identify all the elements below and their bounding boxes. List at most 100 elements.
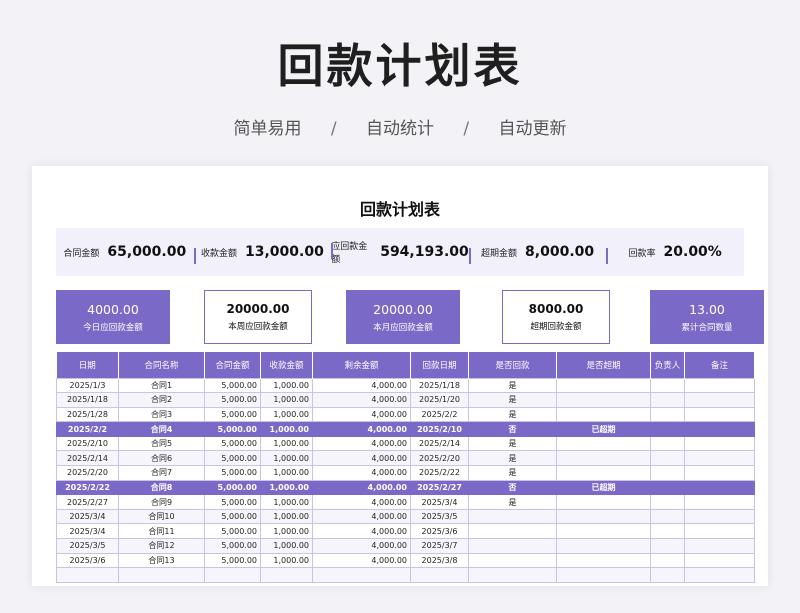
table-cell[interactable] bbox=[556, 435, 651, 452]
table-cell[interactable]: 2025/3/5 bbox=[410, 508, 469, 525]
table-cell[interactable] bbox=[556, 508, 651, 525]
table-cell[interactable]: 1,000.00 bbox=[260, 508, 313, 525]
table-cell[interactable] bbox=[684, 377, 755, 394]
table-cell[interactable]: 5,000.00 bbox=[204, 523, 261, 540]
table-row[interactable]: 2025/1/28 合同3 5,000.00 1,000.00 4,000.00 2025… bbox=[56, 406, 755, 423]
table-cell[interactable] bbox=[468, 567, 557, 583]
table-row[interactable]: 2025/2/22 合同8 5,000.00 1,000.00 4,000.00 2025… bbox=[56, 479, 755, 496]
table-cell[interactable]: 2025/1/3 bbox=[56, 377, 119, 394]
table-cell[interactable]: 1,000.00 bbox=[260, 435, 313, 452]
table-cell[interactable]: 5,000.00 bbox=[204, 421, 261, 437]
table-cell[interactable]: 2025/2/22 bbox=[56, 479, 119, 496]
table-cell[interactable]: 1,000.00 bbox=[260, 494, 313, 510]
table-cell[interactable] bbox=[260, 567, 313, 583]
table-row[interactable]: 2025/3/6 合同13 5,000.00 1,000.00 4,000.00 2025… bbox=[56, 552, 755, 569]
table-cell[interactable]: 5,000.00 bbox=[204, 392, 261, 408]
table-cell[interactable]: 2025/2/20 bbox=[56, 465, 119, 481]
table-cell[interactable] bbox=[650, 465, 685, 481]
table-row[interactable] bbox=[56, 567, 755, 583]
table-cell[interactable] bbox=[556, 392, 651, 408]
table-cell[interactable] bbox=[312, 567, 411, 583]
table-cell[interactable] bbox=[684, 435, 755, 452]
table-cell[interactable]: 已超期 bbox=[556, 421, 651, 437]
table-cell[interactable]: 2025/2/27 bbox=[56, 494, 119, 510]
table-row[interactable]: 2025/2/20 合同7 5,000.00 1,000.00 4,000.00 2025… bbox=[56, 465, 755, 481]
table-cell[interactable]: 1,000.00 bbox=[260, 523, 313, 540]
table-row[interactable]: 2025/1/3 合同1 5,000.00 1,000.00 4,000.00 2025/… bbox=[56, 377, 755, 394]
table-cell[interactable]: 2025/3/4 bbox=[410, 494, 469, 510]
table-cell[interactable] bbox=[556, 567, 651, 583]
table-cell[interactable]: 1,000.00 bbox=[260, 450, 313, 467]
table-cell[interactable]: 合同12 bbox=[118, 538, 205, 554]
table-cell[interactable] bbox=[650, 523, 685, 540]
table-cell[interactable]: 4,000.00 bbox=[312, 538, 411, 554]
table-cell[interactable]: 合同5 bbox=[118, 435, 205, 452]
table-cell[interactable] bbox=[684, 508, 755, 525]
table-cell[interactable]: 是 bbox=[468, 494, 557, 510]
column-header[interactable]: 回款日期 bbox=[410, 352, 469, 378]
table-cell[interactable] bbox=[556, 494, 651, 510]
table-cell[interactable] bbox=[684, 392, 755, 408]
table-cell[interactable]: 2025/2/10 bbox=[410, 421, 469, 437]
table-cell[interactable] bbox=[650, 435, 685, 452]
table-cell[interactable]: 4,000.00 bbox=[312, 465, 411, 481]
table-cell[interactable]: 2025/2/14 bbox=[56, 450, 119, 467]
table-cell[interactable] bbox=[684, 567, 755, 583]
table-cell[interactable] bbox=[556, 523, 651, 540]
table-cell[interactable] bbox=[650, 538, 685, 554]
table-cell[interactable] bbox=[684, 494, 755, 510]
table-cell[interactable] bbox=[650, 377, 685, 394]
table-cell[interactable] bbox=[684, 421, 755, 437]
table-cell[interactable]: 4,000.00 bbox=[312, 450, 411, 467]
table-cell[interactable]: 合同11 bbox=[118, 523, 205, 540]
table-cell[interactable]: 5,000.00 bbox=[204, 538, 261, 554]
table-cell[interactable]: 4,000.00 bbox=[312, 377, 411, 394]
table-cell[interactable]: 2025/1/18 bbox=[410, 377, 469, 394]
table-cell[interactable] bbox=[650, 479, 685, 496]
table-cell[interactable]: 1,000.00 bbox=[260, 406, 313, 423]
table-cell[interactable] bbox=[650, 406, 685, 423]
table-cell[interactable]: 2025/3/6 bbox=[56, 552, 119, 569]
table-cell[interactable]: 2025/3/7 bbox=[410, 538, 469, 554]
table-cell[interactable] bbox=[650, 450, 685, 467]
table-cell[interactable]: 2025/3/5 bbox=[56, 538, 119, 554]
table-cell[interactable] bbox=[556, 406, 651, 423]
column-header[interactable]: 是否超期 bbox=[556, 352, 651, 378]
table-cell[interactable] bbox=[684, 552, 755, 569]
column-header[interactable]: 剩余金额 bbox=[312, 352, 411, 378]
column-header[interactable]: 备注 bbox=[684, 352, 755, 378]
table-row[interactable]: 2025/3/4 合同10 5,000.00 1,000.00 4,000.00 2025… bbox=[56, 508, 755, 525]
table-cell[interactable]: 5,000.00 bbox=[204, 479, 261, 496]
table-cell[interactable] bbox=[468, 538, 557, 554]
table-row[interactable]: 2025/2/27 合同9 5,000.00 1,000.00 4,000.00 2025… bbox=[56, 494, 755, 510]
table-cell[interactable] bbox=[650, 392, 685, 408]
table-cell[interactable] bbox=[118, 567, 205, 583]
table-cell[interactable]: 5,000.00 bbox=[204, 435, 261, 452]
table-cell[interactable]: 4,000.00 bbox=[312, 406, 411, 423]
table-cell[interactable] bbox=[684, 465, 755, 481]
table-cell[interactable]: 1,000.00 bbox=[260, 552, 313, 569]
table-cell[interactable]: 合同9 bbox=[118, 494, 205, 510]
table-cell[interactable] bbox=[468, 552, 557, 569]
table-cell[interactable] bbox=[684, 523, 755, 540]
table-cell[interactable]: 1,000.00 bbox=[260, 421, 313, 437]
column-header[interactable]: 日期 bbox=[56, 352, 119, 378]
column-header[interactable]: 合同名称 bbox=[118, 352, 205, 378]
table-cell[interactable]: 4,000.00 bbox=[312, 523, 411, 540]
column-header[interactable]: 收款金额 bbox=[260, 352, 313, 378]
table-cell[interactable]: 2025/2/20 bbox=[410, 450, 469, 467]
table-cell[interactable]: 2025/1/20 bbox=[410, 392, 469, 408]
table-cell[interactable]: 已超期 bbox=[556, 479, 651, 496]
column-header[interactable]: 合同金额 bbox=[204, 352, 261, 378]
table-cell[interactable] bbox=[684, 406, 755, 423]
table-row[interactable]: 2025/3/5 合同12 5,000.00 1,000.00 4,000.00 2025… bbox=[56, 538, 755, 554]
table-cell[interactable]: 是 bbox=[468, 435, 557, 452]
table-cell[interactable] bbox=[468, 523, 557, 540]
table-cell[interactable] bbox=[468, 508, 557, 525]
table-cell[interactable]: 1,000.00 bbox=[260, 538, 313, 554]
table-cell[interactable]: 2025/3/8 bbox=[410, 552, 469, 569]
table-cell[interactable]: 2025/2/10 bbox=[56, 435, 119, 452]
table-cell[interactable]: 2025/3/4 bbox=[56, 508, 119, 525]
table-cell[interactable]: 5,000.00 bbox=[204, 508, 261, 525]
table-cell[interactable]: 2025/1/28 bbox=[56, 406, 119, 423]
